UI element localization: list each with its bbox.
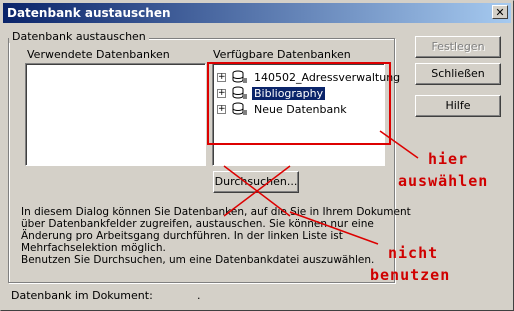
highlight-box (207, 62, 391, 145)
annotation-do-not-use: benutzen (370, 266, 451, 284)
arrow-line (289, 211, 379, 245)
annotation-select-here: hier (428, 150, 469, 168)
annotation-do-not-use: nicht (388, 244, 439, 262)
annotation-select-here: auswählen (398, 172, 489, 190)
